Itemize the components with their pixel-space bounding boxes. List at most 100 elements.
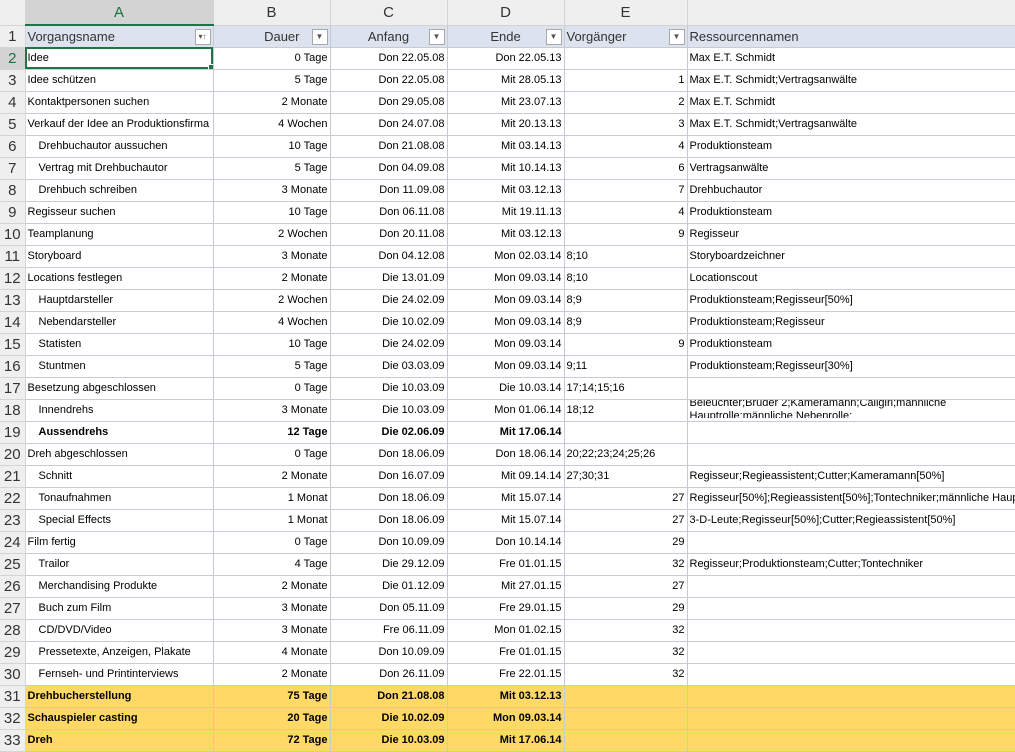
- cell-vorgaenger[interactable]: [564, 707, 687, 729]
- cell-vorgangsname[interactable]: CD/DVD/Video: [25, 619, 213, 641]
- row-header[interactable]: 24: [0, 531, 25, 553]
- cell-ressourcennamen[interactable]: 3-D-Leute;Regisseur[50%];Cutter;Regieass…: [687, 509, 1015, 531]
- cell-anfang[interactable]: Don 11.09.08: [330, 179, 447, 201]
- filter-dropdown-icon[interactable]: ▼: [312, 29, 328, 45]
- cell-dauer[interactable]: 4 Tage: [213, 553, 330, 575]
- column-header-d[interactable]: D: [447, 0, 564, 25]
- cell-ende[interactable]: Mon 09.03.14: [447, 267, 564, 289]
- cell-ende[interactable]: Mon 09.03.14: [447, 355, 564, 377]
- cell-vorgaenger[interactable]: 27: [564, 487, 687, 509]
- cell-anfang[interactable]: Die 10.03.09: [330, 399, 447, 421]
- cell-anfang[interactable]: Die 10.03.09: [330, 729, 447, 751]
- cell-dauer[interactable]: 0 Tage: [213, 47, 330, 69]
- cell-ende[interactable]: Die 10.03.14: [447, 377, 564, 399]
- row-header[interactable]: 27: [0, 597, 25, 619]
- cell-ende[interactable]: Mit 03.12.13: [447, 685, 564, 707]
- cell-ressourcennamen[interactable]: Regisseur;Produktionsteam;Cutter;Tontech…: [687, 553, 1015, 575]
- cell-ressourcennamen[interactable]: Produktionsteam;Regisseur: [687, 311, 1015, 333]
- cell-ressourcennamen[interactable]: Max E.T. Schmidt: [687, 91, 1015, 113]
- cell-vorgangsname[interactable]: Idee: [25, 47, 213, 69]
- cell-ressourcennamen[interactable]: Vertragsanwälte: [687, 157, 1015, 179]
- cell-vorgangsname[interactable]: Nebendarsteller: [25, 311, 213, 333]
- cell-ende[interactable]: Mon 01.06.14: [447, 399, 564, 421]
- cell-ende[interactable]: Mit 10.14.13: [447, 157, 564, 179]
- cell-ressourcennamen[interactable]: Max E.T. Schmidt: [687, 47, 1015, 69]
- cell-anfang[interactable]: Don 21.08.08: [330, 135, 447, 157]
- cell-vorgangsname[interactable]: Drehbuchautor aussuchen: [25, 135, 213, 157]
- cell-ende[interactable]: Don 18.06.14: [447, 443, 564, 465]
- cell-ende[interactable]: Mon 09.03.14: [447, 707, 564, 729]
- cell-dauer[interactable]: 2 Monate: [213, 91, 330, 113]
- cell-ressourcennamen[interactable]: Regisseur[50%];Regieassistent[50%];Tonte…: [687, 487, 1015, 509]
- header-cell-ende[interactable]: Ende▼: [447, 25, 564, 47]
- cell-anfang[interactable]: Don 24.07.08: [330, 113, 447, 135]
- cell-dauer[interactable]: 20 Tage: [213, 707, 330, 729]
- cell-vorgangsname[interactable]: Film fertig: [25, 531, 213, 553]
- cell-dauer[interactable]: 5 Tage: [213, 157, 330, 179]
- cell-ressourcennamen[interactable]: Regisseur: [687, 223, 1015, 245]
- row-header[interactable]: 3: [0, 69, 25, 91]
- cell-vorgangsname[interactable]: Teamplanung: [25, 223, 213, 245]
- cell-anfang[interactable]: Die 10.02.09: [330, 707, 447, 729]
- cell-anfang[interactable]: Die 24.02.09: [330, 333, 447, 355]
- cell-ende[interactable]: Mon 01.02.15: [447, 619, 564, 641]
- cell-dauer[interactable]: 4 Wochen: [213, 113, 330, 135]
- select-all-button[interactable]: [0, 0, 25, 25]
- cell-anfang[interactable]: Don 04.12.08: [330, 245, 447, 267]
- cell-dauer[interactable]: 4 Wochen: [213, 311, 330, 333]
- row-header[interactable]: 30: [0, 663, 25, 685]
- cell-vorgangsname[interactable]: Schauspieler casting: [25, 707, 213, 729]
- cell-vorgaenger[interactable]: 9;11: [564, 355, 687, 377]
- cell-vorgangsname[interactable]: Besetzung abgeschlossen: [25, 377, 213, 399]
- row-header[interactable]: 18: [0, 399, 25, 421]
- cell-ende[interactable]: Mit 20.13.13: [447, 113, 564, 135]
- cell-ressourcennamen[interactable]: Produktionsteam;Regisseur[50%]: [687, 289, 1015, 311]
- column-header-f[interactable]: [687, 0, 1015, 25]
- cell-vorgaenger[interactable]: 32: [564, 553, 687, 575]
- cell-vorgangsname[interactable]: Stuntmen: [25, 355, 213, 377]
- cell-dauer[interactable]: 1 Monat: [213, 487, 330, 509]
- cell-anfang[interactable]: Don 22.05.08: [330, 69, 447, 91]
- cell-ressourcennamen[interactable]: Regisseur;Regieassistent;Cutter;Kamerama…: [687, 465, 1015, 487]
- cell-vorgangsname[interactable]: Merchandising Produkte: [25, 575, 213, 597]
- cell-vorgangsname[interactable]: Storyboard: [25, 245, 213, 267]
- cell-dauer[interactable]: 3 Monate: [213, 245, 330, 267]
- cell-anfang[interactable]: Die 29.12.09: [330, 553, 447, 575]
- header-cell-ressourcennamen[interactable]: Ressourcennamen: [687, 25, 1015, 47]
- cell-dauer[interactable]: 3 Monate: [213, 597, 330, 619]
- row-header[interactable]: 10: [0, 223, 25, 245]
- cell-ressourcennamen[interactable]: Drehbuchautor: [687, 179, 1015, 201]
- cell-dauer[interactable]: 0 Tage: [213, 443, 330, 465]
- cell-ende[interactable]: Fre 22.01.15: [447, 663, 564, 685]
- cell-vorgangsname[interactable]: Drehbuch schreiben: [25, 179, 213, 201]
- cell-ressourcennamen[interactable]: Produktionsteam: [687, 201, 1015, 223]
- cell-vorgangsname[interactable]: Pressetexte, Anzeigen, Plakate: [25, 641, 213, 663]
- cell-vorgangsname[interactable]: Kontaktpersonen suchen: [25, 91, 213, 113]
- cell-dauer[interactable]: 4 Monate: [213, 641, 330, 663]
- row-header[interactable]: 6: [0, 135, 25, 157]
- cell-dauer[interactable]: 2 Wochen: [213, 223, 330, 245]
- cell-vorgaenger[interactable]: 27: [564, 509, 687, 531]
- cell-dauer[interactable]: 2 Wochen: [213, 289, 330, 311]
- cell-vorgangsname[interactable]: Locations festlegen: [25, 267, 213, 289]
- cell-anfang[interactable]: Die 02.06.09: [330, 421, 447, 443]
- cell-vorgaenger[interactable]: [564, 729, 687, 751]
- cell-ressourcennamen[interactable]: [687, 641, 1015, 663]
- row-header[interactable]: 8: [0, 179, 25, 201]
- cell-dauer[interactable]: 2 Monate: [213, 663, 330, 685]
- cell-ende[interactable]: Mit 27.01.15: [447, 575, 564, 597]
- cell-dauer[interactable]: 3 Monate: [213, 619, 330, 641]
- cell-anfang[interactable]: Die 10.02.09: [330, 311, 447, 333]
- row-header[interactable]: 17: [0, 377, 25, 399]
- filter-dropdown-icon[interactable]: ▼: [669, 29, 685, 45]
- filter-dropdown-icon[interactable]: ▼: [546, 29, 562, 45]
- row-header[interactable]: 4: [0, 91, 25, 113]
- row-header[interactable]: 23: [0, 509, 25, 531]
- cell-vorgaenger[interactable]: 1: [564, 69, 687, 91]
- cell-ressourcennamen[interactable]: Max E.T. Schmidt;Vertragsanwälte: [687, 69, 1015, 91]
- cell-ressourcennamen[interactable]: [687, 663, 1015, 685]
- cell-ende[interactable]: Fre 01.01.15: [447, 641, 564, 663]
- column-header-e[interactable]: E: [564, 0, 687, 25]
- cell-vorgangsname[interactable]: Statisten: [25, 333, 213, 355]
- cell-anfang[interactable]: Don 18.06.09: [330, 443, 447, 465]
